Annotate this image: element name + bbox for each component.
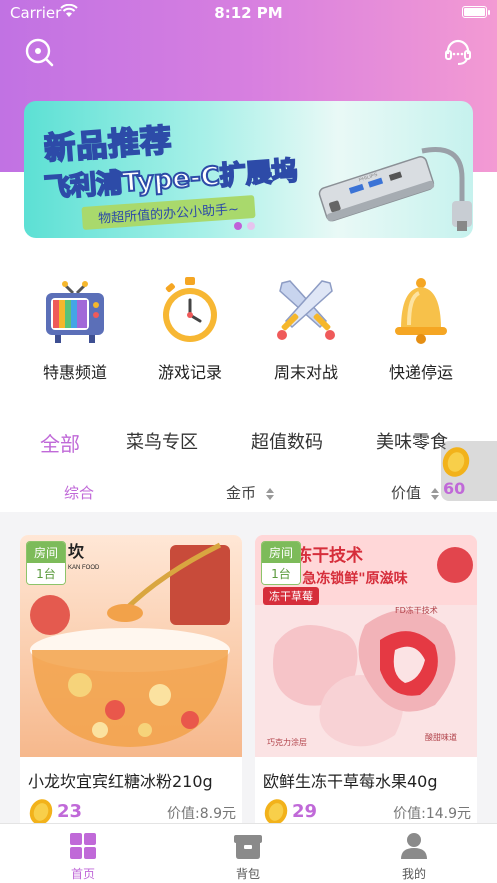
search-icon[interactable] [24,37,54,67]
pagination-dot-active[interactable] [234,222,242,230]
image-headline: 冻干技术 [295,545,363,566]
tab-digital[interactable]: 超值数码 [251,428,323,454]
sort-coins-label: 金币 [226,484,257,502]
product-card[interactable]: 坎 KAN FOOD 房间 1台 小龙坎宜宾红糖冰粉210g 23 价值:8.9… [20,535,242,835]
bottom-tab-bar: 首页 背包 我的 [0,823,497,883]
usb-hub-image: PHILIPS [318,147,472,231]
category-label: 快递停运 [388,363,453,382]
retro-tv-icon [46,281,104,343]
tab-cainiao[interactable]: 菜鸟专区 [126,428,198,454]
pagination-dot[interactable] [247,222,255,230]
home-grid-icon [70,833,96,859]
category-label: 周末对战 [273,363,338,382]
sort-bar: 综合 金币 价值 [0,478,497,506]
coin-icon [442,447,470,477]
brand-mark: 坎 [68,542,84,561]
brand-mark-en: KAN FOOD [68,565,100,571]
image-label-a: FD冻干技术 [395,605,438,615]
category-deals[interactable]: 特惠频道 [25,275,125,383]
image-label-b: 巧克力涂层 [267,737,307,747]
category-label: 游戏记录 [157,363,222,382]
tabbar-label: 首页 [70,867,95,881]
image-tag: 冻干草莓 [269,589,313,603]
category-label: 特惠频道 [42,363,107,382]
bag-icon [234,835,262,859]
tabbar-label: 背包 [235,867,260,881]
status-bar: Carrier 8:12 PM [0,0,497,26]
category-game-records[interactable]: 游戏记录 [140,275,240,383]
category-weekend-battle[interactable]: 周末对战 [256,275,356,383]
image-subheadline: "急冻锁鲜"原滋味 [295,570,408,587]
bell-icon [395,278,447,344]
crossed-swords-icon [277,280,335,340]
product-coins: 29 [292,801,318,822]
product-name: 欧鲜生冻干草莓水果40g [263,772,438,791]
product-card[interactable]: 冻干技术 "急冻锁鲜"原滋味 冻干草莓 FD冻干技术 巧克力涂层 酸甜味道 房间… [255,535,477,835]
image-label-c: 酸甜味道 [425,732,457,742]
category-tabs: 全部 菜鸟专区 超值数码 美味零食 [0,428,497,460]
customer-service-icon[interactable] [443,37,473,67]
room-tag-label: 房间 [262,542,300,563]
room-tag: 房间 1台 [26,541,66,585]
category-delivery-suspended[interactable]: 快递停运 [371,275,471,383]
room-tag-value: 1台 [262,563,300,584]
product-name: 小龙坎宜宾红糖冰粉210g [28,772,213,791]
sort-arrows-icon [430,487,439,500]
profile-icon [401,833,427,859]
product-coins: 23 [57,801,83,822]
sort-value[interactable]: 价值 [391,482,439,503]
tabbar-bag[interactable]: 背包 [208,832,288,882]
banner-pagination [234,215,260,234]
tabbar-home[interactable]: 首页 [43,832,123,882]
sort-composite[interactable]: 综合 [64,482,94,503]
tabbar-label: 我的 [401,867,426,881]
room-tag-label: 房间 [27,542,65,563]
clock: 8:12 PM [214,4,283,22]
floating-coin-widget[interactable]: 60 [441,441,497,501]
stopwatch-icon [163,277,217,342]
tab-snacks[interactable]: 美味零食 [376,428,448,454]
room-tag: 房间 1台 [261,541,301,585]
sort-coins[interactable]: 金币 [226,482,274,503]
room-tag-value: 1台 [27,563,65,584]
floating-coin-amount: 60 [443,479,466,498]
sort-value-label: 价值 [391,484,422,502]
sort-arrows-icon [265,487,274,500]
tab-all[interactable]: 全部 [40,428,80,457]
tabbar-profile[interactable]: 我的 [374,832,454,882]
product-value: 价值:8.9元 [167,806,236,822]
battery-icon [462,6,490,18]
product-value: 价值:14.9元 [393,806,471,822]
